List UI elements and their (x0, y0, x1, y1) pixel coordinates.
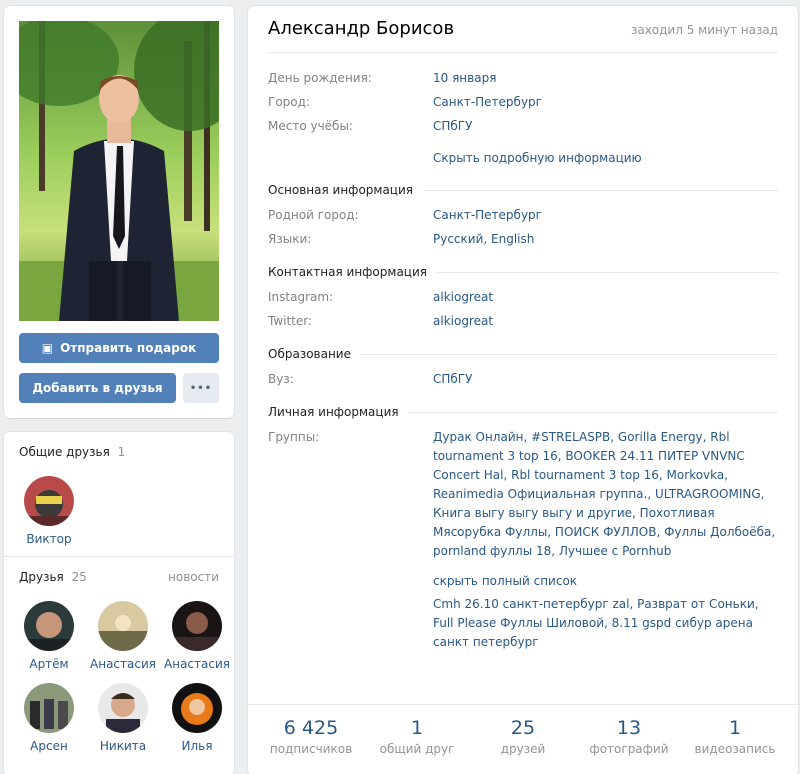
mutual-friends-header[interactable]: Общие друзья 1 (4, 432, 234, 472)
groups-list-extra[interactable]: Cmh 26.10 санкт-петербург zal, Разврат о… (433, 595, 778, 652)
info-value-link[interactable]: Санкт-Петербург (433, 93, 778, 112)
friend-avatar[interactable] (24, 601, 74, 651)
profile-name: Александр Борисов (268, 18, 455, 39)
friend-avatar[interactable] (98, 601, 148, 651)
online-status: заходил 5 минут назад (630, 23, 778, 37)
info-row-city: Город: Санкт-Петербург (268, 91, 778, 115)
counter-followers[interactable]: 6 425 подписчиков (261, 705, 361, 774)
mutual-friends-title: Общие друзья (19, 445, 110, 459)
counter-friends[interactable]: 25 друзей (473, 705, 573, 774)
more-actions-button[interactable]: ••• (183, 373, 219, 403)
section-personal: Личная информация (268, 398, 778, 426)
info-row-groups-extra: Cmh 26.10 санкт-петербург zal, Разврат о… (268, 591, 778, 655)
section-main: Основная информация (268, 176, 778, 204)
counter-photos[interactable]: 13 фотографий (579, 705, 679, 774)
friends-title: Друзья (19, 570, 64, 584)
counter-value: 13 (616, 717, 642, 739)
friends-header[interactable]: Друзья 25 новости (4, 557, 234, 597)
friend-name[interactable]: Анастасия (90, 657, 156, 671)
info-label: Языки: (268, 232, 312, 246)
hide-full-list-link[interactable]: скрыть полный список (268, 572, 778, 591)
friends-news-link[interactable]: новости (168, 570, 219, 584)
friends-count: 25 (71, 570, 87, 584)
section-education: Образование (268, 340, 778, 368)
info-row-twitter: Twitter: alkiogreat (268, 310, 778, 334)
friend-item[interactable]: Артём (16, 601, 82, 671)
info-row-languages: Языки: Русский, English (268, 228, 778, 252)
mutual-friends-count: 1 (117, 445, 126, 459)
info-value-link[interactable]: 10 января (433, 69, 778, 88)
info-value-link[interactable]: Русский, English (433, 230, 778, 249)
info-value-link[interactable]: alkiogreat (433, 312, 778, 331)
info-label: День рождения: (268, 71, 372, 85)
mutual-friend-item[interactable]: Виктор (16, 476, 82, 546)
section-title: Образование (268, 347, 351, 361)
counter-mutual[interactable]: 1 общий друг (367, 705, 467, 774)
profile-photo-card: ▣ Отправить подарок Добавить в друзья ••… (4, 6, 234, 418)
friend-item[interactable]: Никита (90, 683, 156, 753)
profile-photo[interactable] (19, 21, 219, 321)
friend-name[interactable]: Анастасия (164, 657, 230, 671)
send-gift-button[interactable]: ▣ Отправить подарок (19, 333, 219, 363)
info-row-instagram: Instagram: alkiogreat (268, 286, 778, 310)
info-label: Родной город: (268, 208, 359, 222)
info-row-groups: Группы: Дурак Онлайн, #STRELASPB, Gorill… (268, 426, 778, 564)
counter-value: 1 (410, 717, 424, 739)
friend-name[interactable]: Илья (182, 739, 213, 753)
friend-name[interactable]: Арсен (30, 739, 68, 753)
info-value-link[interactable]: Санкт-Петербург (433, 206, 778, 225)
counter-label: друзей (500, 742, 546, 756)
info-label: Место учёбы: (268, 119, 353, 133)
friend-item[interactable]: Анастасия (90, 601, 156, 671)
profile-info-card: Александр Борисов заходил 5 минут назад … (248, 6, 798, 774)
info-row-study: Место учёбы: СПбГУ (268, 115, 778, 139)
groups-list[interactable]: Дурак Онлайн, #STRELASPB, Gorilla Energy… (433, 428, 778, 561)
add-friend-button[interactable]: Добавить в друзья (19, 373, 176, 403)
counter-value: 6 425 (283, 717, 339, 739)
friend-item[interactable]: Илья (164, 683, 230, 753)
info-label-empty (268, 595, 433, 652)
info-value-link[interactable]: СПбГУ (433, 370, 778, 389)
section-contacts: Контактная информация (268, 258, 778, 286)
friend-avatar[interactable] (24, 683, 74, 733)
counter-value: 1 (728, 717, 742, 739)
info-row-university: Вуз: СПбГУ (268, 368, 778, 392)
friend-item[interactable]: Арсен (16, 683, 82, 753)
section-title: Основная информация (268, 183, 413, 197)
info-value-link[interactable]: alkiogreat (433, 288, 778, 307)
friend-name[interactable]: Никита (100, 739, 146, 753)
counter-label: подписчиков (269, 742, 353, 756)
friend-avatar[interactable] (98, 683, 148, 733)
friend-avatar[interactable] (172, 683, 222, 733)
profile-counters: 6 425 подписчиков 1 общий друг 25 друзей… (248, 704, 798, 774)
friends-card: Общие друзья 1 Виктор Друзья 25 новости … (4, 432, 234, 774)
more-icon: ••• (189, 382, 213, 394)
info-label: Instagram: (268, 290, 334, 304)
info-label: Город: (268, 95, 310, 109)
counter-videos[interactable]: 1 видеозапись (685, 705, 785, 774)
counter-value: 25 (510, 717, 536, 739)
counter-label: видеозапись (694, 742, 776, 756)
info-row-hometown: Родной город: Санкт-Петербург (268, 204, 778, 228)
info-value-link[interactable]: СПбГУ (433, 117, 778, 136)
send-gift-label: Отправить подарок (60, 341, 197, 355)
friend-avatar[interactable] (24, 476, 74, 526)
info-label: Группы: (268, 430, 320, 444)
counter-label: общий друг (379, 742, 455, 756)
toggle-details-link[interactable]: Скрыть подробную информацию (268, 149, 778, 168)
friend-item[interactable]: Анастасия (164, 601, 230, 671)
friend-avatar[interactable] (172, 601, 222, 651)
info-label: Twitter: (268, 314, 313, 328)
friend-name[interactable]: Виктор (26, 532, 71, 546)
friend-name[interactable]: Артём (29, 657, 68, 671)
gift-icon: ▣ (41, 341, 54, 355)
counter-label: фотографий (589, 742, 669, 756)
profile-header: Александр Борисов заходил 5 минут назад (268, 6, 778, 53)
info-row-birthday: День рождения: 10 января (268, 67, 778, 91)
section-title: Личная информация (268, 405, 399, 419)
section-title: Контактная информация (268, 265, 427, 279)
info-label: Вуз: (268, 372, 294, 386)
